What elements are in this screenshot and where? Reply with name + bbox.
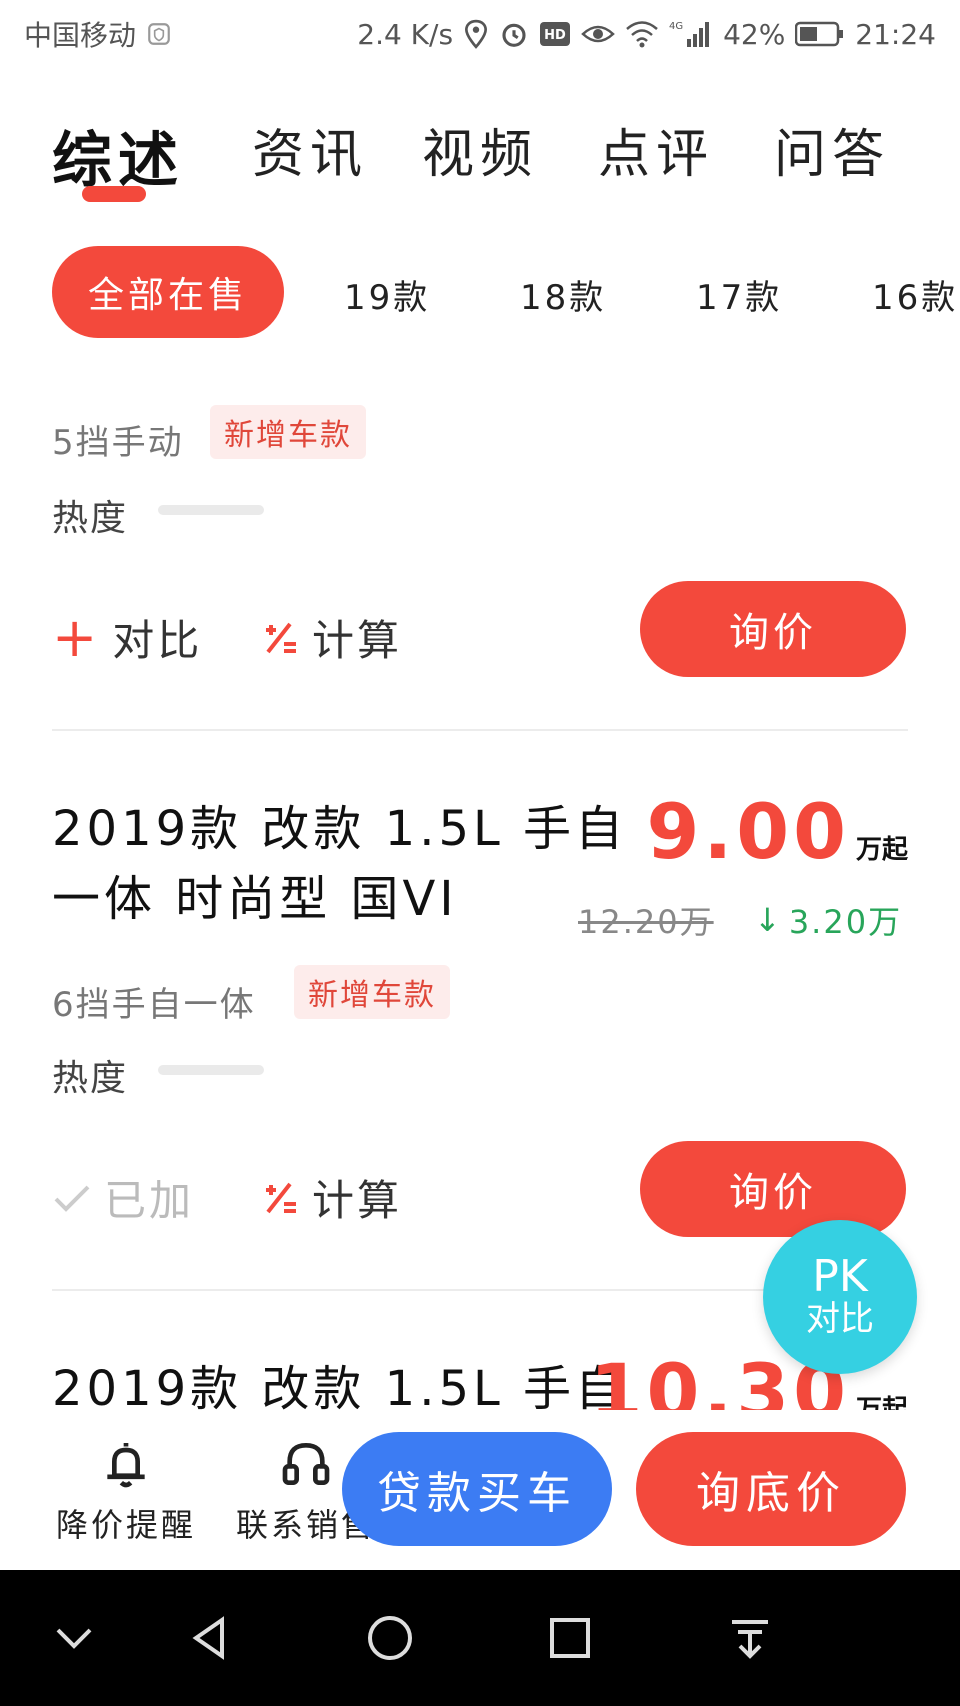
- trim-title: 2019款 改款 1.5L 手自一体 时尚型 国VI: [52, 801, 628, 927]
- plus-icon: +: [52, 605, 101, 669]
- price-drop-amount: 3.20万: [788, 903, 903, 941]
- check-icon: [54, 1185, 90, 1212]
- pk-compare-fab[interactable]: PK 对比: [763, 1220, 917, 1374]
- home-icon[interactable]: [360, 1608, 420, 1668]
- inquire-price-button[interactable]: 询价: [640, 581, 906, 677]
- net-speed: 2.4 K/s: [357, 17, 454, 51]
- filter-all-on-sale[interactable]: 全部在售: [52, 246, 284, 338]
- signal-label: 4G: [669, 21, 683, 32]
- alarm-icon: [499, 19, 529, 49]
- original-price: 12.20万: [578, 903, 714, 941]
- transmission-spec: 6挡手自一体: [52, 985, 256, 1025]
- tab-qa[interactable]: 问答: [774, 112, 890, 187]
- recents-icon[interactable]: [540, 1608, 600, 1668]
- shield-icon: [146, 21, 172, 47]
- filter-year-19[interactable]: 19款: [344, 270, 430, 319]
- added-label: 已加: [104, 1176, 195, 1225]
- ask-lowest-price-button[interactable]: 询底价: [636, 1432, 906, 1546]
- pk-sublabel: 对比: [806, 1298, 874, 1339]
- battery-percent: 42%: [723, 17, 786, 51]
- model-year-filter: 全部在售 19款 18款 17款 16款: [0, 240, 960, 340]
- carrier-name: 中国移动: [24, 19, 137, 52]
- tab-video[interactable]: 视频: [422, 112, 538, 187]
- compare-label: 对比: [112, 616, 203, 665]
- tab-news[interactable]: 资讯: [252, 112, 368, 187]
- heat-label: 热度: [52, 1058, 129, 1099]
- price-drop: ↓ 3.20万: [754, 897, 902, 943]
- calculate-button[interactable]: 计算: [260, 607, 402, 668]
- compare-button[interactable]: + 对比: [52, 607, 202, 668]
- calculator-icon: [266, 1182, 296, 1213]
- bottom-action-bar: 降价提醒 联系销售 贷款买车 询底价: [0, 1410, 960, 1570]
- section-tabs: 综述 资讯 视频 点评 问答: [0, 92, 960, 212]
- hd-icon: HD: [539, 21, 571, 47]
- price-from: 9.00 万起: [646, 787, 908, 876]
- inquire-price-button[interactable]: 询价: [640, 1141, 906, 1237]
- collapse-icon[interactable]: [44, 1608, 104, 1668]
- calculator-icon: [266, 622, 296, 653]
- headset-icon: [282, 1442, 330, 1485]
- new-trim-badge: 新增车款: [210, 405, 366, 459]
- active-tab-indicator: [82, 186, 146, 202]
- heat-label: 热度: [52, 498, 129, 539]
- filter-year-16[interactable]: 16款: [872, 270, 958, 319]
- clock: 21:24: [855, 17, 936, 51]
- status-bar: 中国移动 2.4 K/s HD 4G 42% 21:24: [0, 0, 960, 68]
- pk-label: PK: [812, 1250, 868, 1302]
- arrow-down-icon: ↓: [754, 901, 783, 939]
- system-nav-bar: [0, 1570, 960, 1706]
- price-suffix: 万起: [855, 835, 908, 865]
- heat-bar: [158, 505, 264, 515]
- back-icon[interactable]: [180, 1608, 240, 1668]
- wifi-icon: [625, 20, 659, 48]
- svg-text:HD: HD: [544, 28, 566, 43]
- new-trim-badge: 新增车款: [294, 965, 450, 1019]
- price-suffix: 万起: [855, 1395, 908, 1410]
- price-alert-button[interactable]: 降价提醒: [56, 1436, 196, 1546]
- location-icon: [463, 19, 489, 49]
- loan-buy-button[interactable]: 贷款买车: [342, 1432, 612, 1546]
- filter-year-18[interactable]: 18款: [520, 270, 606, 319]
- price-alert-label: 降价提醒: [56, 1506, 197, 1544]
- transmission-spec: 5挡手动: [52, 423, 184, 463]
- calculate-button[interactable]: 计算: [260, 1167, 402, 1228]
- calculate-label: 计算: [312, 1176, 403, 1225]
- trim-title: 2019款 改款 1.5L 手自: [52, 1361, 628, 1410]
- filter-year-17[interactable]: 17款: [696, 270, 782, 319]
- eye-icon: [581, 22, 615, 46]
- added-to-compare[interactable]: 已加: [52, 1167, 194, 1228]
- signal-icon: 4G: [669, 19, 713, 49]
- price-value: 9.00: [646, 787, 850, 876]
- calculate-label: 计算: [312, 616, 403, 665]
- divider: [52, 729, 908, 731]
- battery-icon: [795, 21, 845, 47]
- heat-bar: [158, 1065, 264, 1075]
- bell-icon: [107, 1443, 145, 1488]
- tab-reviews[interactable]: 点评: [598, 112, 714, 187]
- notification-shade-icon[interactable]: [720, 1608, 780, 1668]
